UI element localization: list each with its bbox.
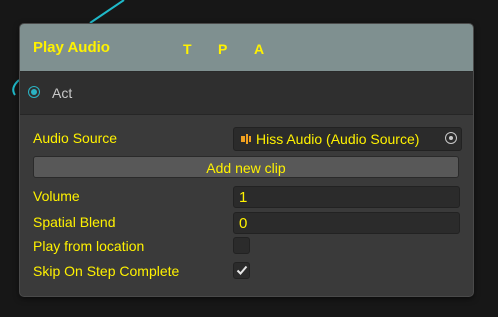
act-port-label: Act [52, 85, 73, 101]
node-header[interactable]: Play Audio T P A [20, 24, 473, 72]
object-picker-icon[interactable] [445, 132, 457, 144]
graph-canvas[interactable]: Play Audio T P A Act Audio Source Hiss A… [0, 0, 498, 317]
spatial-blend-label: Spatial Blend [33, 214, 116, 230]
audio-source-value: Hiss Audio (Audio Source) [256, 131, 420, 147]
skip-on-step-complete-checkbox[interactable] [233, 262, 250, 279]
node-title: Play Audio [33, 39, 110, 56]
header-tag-p: P [218, 41, 228, 57]
header-tag-a: A [254, 41, 265, 57]
play-audio-node[interactable]: Play Audio T P A Act Audio Source Hiss A… [19, 23, 474, 297]
act-port-row: Act [20, 72, 473, 115]
header-tag-t: T [183, 41, 192, 57]
spatial-blend-input[interactable] [233, 212, 460, 234]
play-from-location-checkbox[interactable] [233, 237, 250, 254]
add-new-clip-button[interactable]: Add new clip [33, 156, 459, 178]
volume-label: Volume [33, 188, 80, 204]
volume-input[interactable] [233, 186, 460, 208]
audio-source-icon [241, 134, 251, 144]
input-port-dot[interactable] [31, 89, 37, 95]
skip-on-step-complete-label: Skip On Step Complete [33, 263, 180, 279]
audio-source-field[interactable]: Hiss Audio (Audio Source) [233, 127, 462, 151]
audio-source-label: Audio Source [33, 130, 118, 146]
play-from-location-label: Play from location [33, 238, 145, 254]
checkmark-icon [236, 265, 248, 275]
